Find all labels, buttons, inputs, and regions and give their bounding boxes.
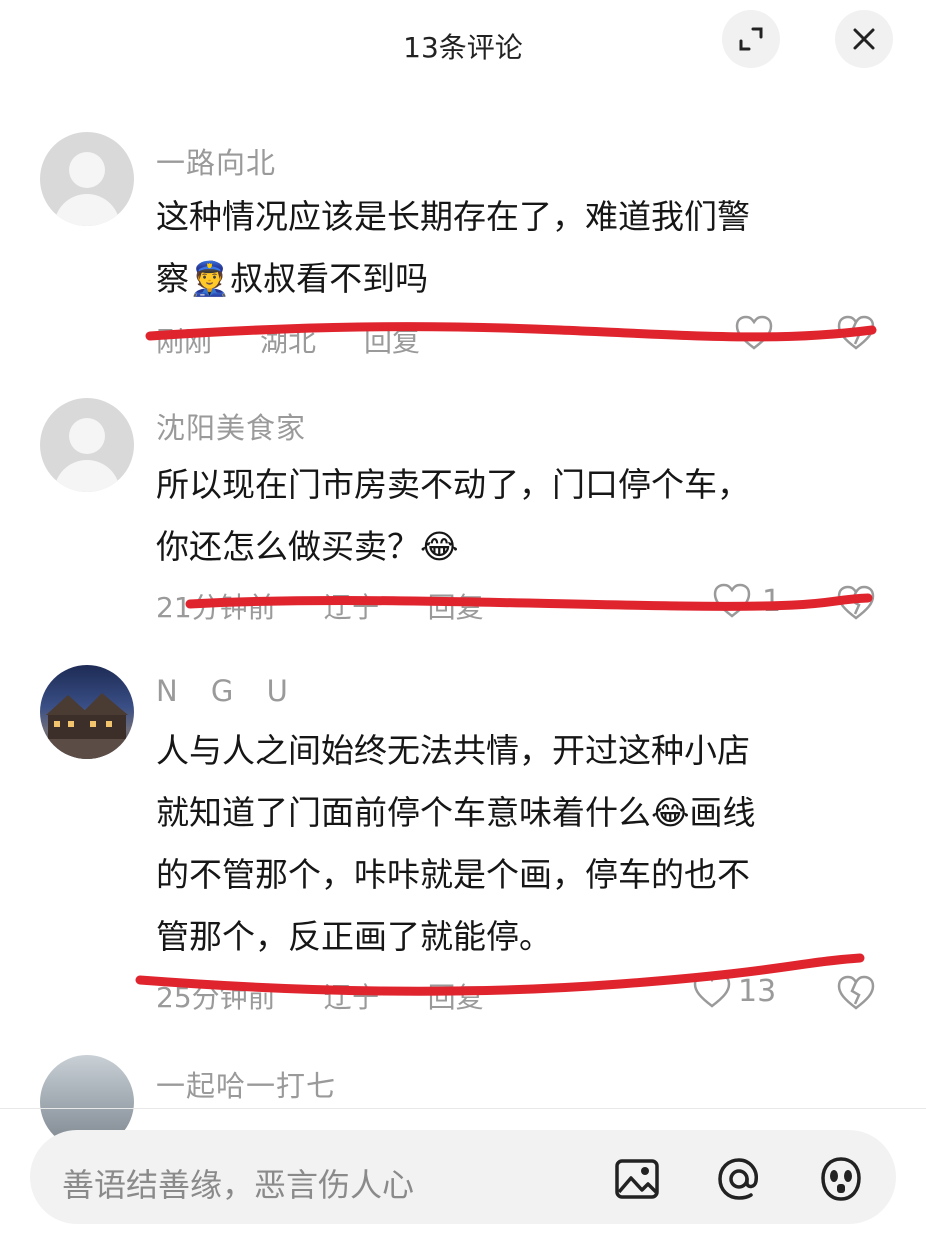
divider [0, 1108, 926, 1109]
at-icon [718, 1158, 759, 1200]
emoji-button[interactable] [816, 1154, 866, 1204]
red-strikethrough [145, 322, 877, 342]
red-annotation-strokes [135, 322, 877, 996]
image-icon [615, 1159, 659, 1199]
mention-button[interactable] [714, 1154, 764, 1204]
image-button[interactable] [612, 1154, 662, 1204]
red-strikethrough [185, 593, 873, 611]
comment-input[interactable]: 善语结善缘，恶言伤人心 [30, 1130, 896, 1224]
red-strikethrough [135, 953, 865, 996]
emoji-icon [821, 1157, 861, 1201]
comment-input-placeholder: 善语结善缘，恶言伤人心 [62, 1166, 415, 1204]
